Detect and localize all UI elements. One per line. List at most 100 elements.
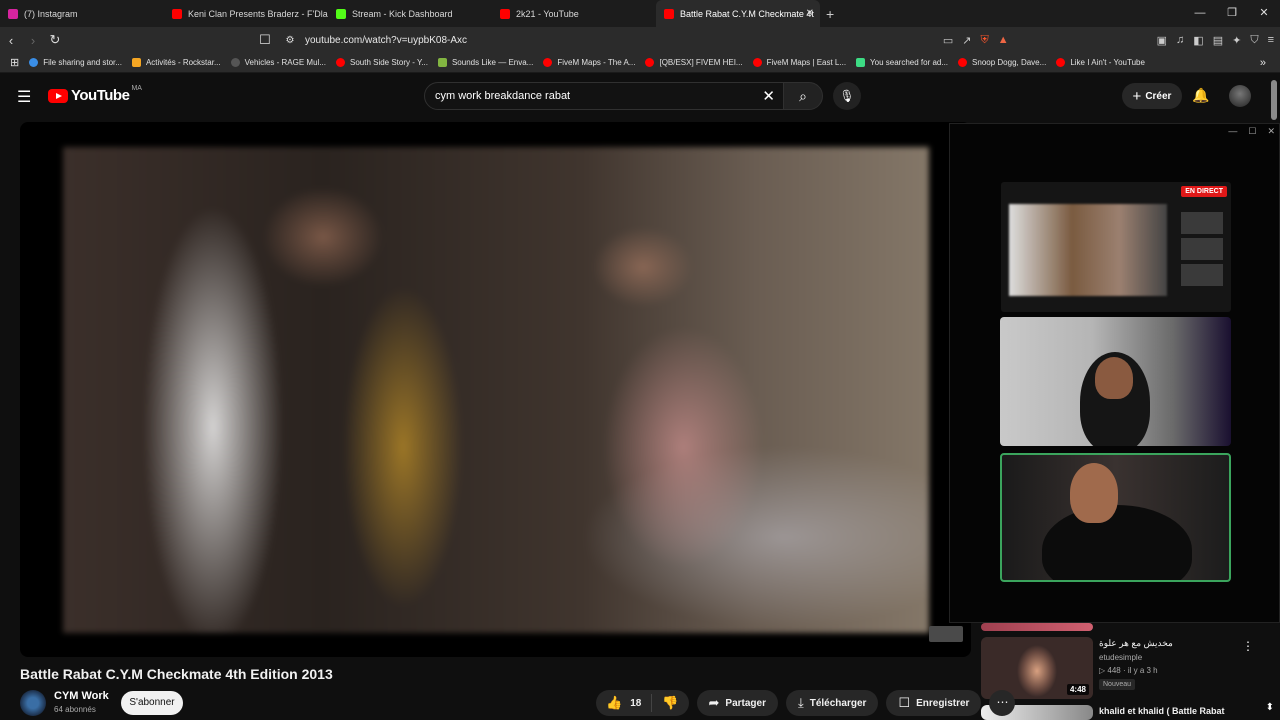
bookmark-item[interactable]: Like I Ain't - YouTube <box>1056 58 1145 67</box>
minimize-icon[interactable]: — <box>1228 126 1237 137</box>
list-item[interactable] <box>981 623 1280 631</box>
create-button[interactable]: + Créer <box>1122 83 1182 109</box>
video-frame[interactable] <box>63 147 929 633</box>
close-icon[interactable]: ✕ <box>1267 126 1275 137</box>
tab-keni-clan[interactable]: Keni Clan Presents Braderz - F'Dlam <box>164 0 328 27</box>
microphone-icon: 🎙 <box>839 89 855 103</box>
minimize-icon[interactable]: — <box>1184 0 1216 27</box>
bookmark-item[interactable]: Activités - Rockstar... <box>131 58 221 67</box>
tab-label: Stream - Kick Dashboard <box>352 8 453 19</box>
stream-preview-window[interactable]: — ☐ ✕ EN DIRECT <box>949 123 1280 623</box>
video-title: Battle Rabat C.Y.M Checkmate 4th Edition… <box>20 666 333 682</box>
rewards-icon[interactable]: ▲ <box>998 34 1009 47</box>
search-query: cym work breakdance rabat <box>435 90 571 102</box>
vpn-icon[interactable]: ⛉ <box>1250 34 1258 47</box>
bookmark-item[interactable]: File sharing and stor... <box>29 58 122 67</box>
webcam-feed-1 <box>1000 317 1231 446</box>
close-tab-icon[interactable]: ✕ <box>806 8 814 19</box>
search-button[interactable]: ⌕ <box>783 82 823 110</box>
like-button[interactable]: 👍 18 <box>596 694 653 712</box>
bookmark-label: Sounds Like — Enva... <box>451 58 534 67</box>
dislike-button[interactable]: 👎 <box>652 695 688 711</box>
apps-icon[interactable]: ⊞ <box>10 56 19 69</box>
like-count: 18 <box>630 697 642 709</box>
cast-icon[interactable]: ▭ <box>943 34 953 47</box>
bookmark-item[interactable]: Sounds Like — Enva... <box>437 58 534 67</box>
bookmark-favicon <box>543 58 553 67</box>
channel-name[interactable]: CYM Work <box>54 690 109 702</box>
bookmark-item[interactable]: You searched for ad... <box>856 58 948 67</box>
address-bar: ‹ › ↻ ☐ ⚙ youtube.com/watch?v=uypbK08-Ax… <box>0 27 1280 53</box>
voice-search-button[interactable]: 🎙 <box>833 82 861 110</box>
youtube-header: ☰ YouTube MA cym work breakdance rabat ✕… <box>0 73 1280 119</box>
window-controls: — ❐ ✕ <box>1184 0 1280 27</box>
subscribe-button[interactable]: S'abonner <box>121 691 183 715</box>
ai-icon[interactable]: ✦ <box>1232 34 1241 47</box>
youtube-play-icon <box>48 88 68 103</box>
download-button[interactable]: ⤓ Télécharger <box>785 690 879 716</box>
plus-icon: + <box>1132 87 1142 105</box>
bookmark-favicon <box>437 58 447 67</box>
more-bookmarks-icon[interactable]: » <box>1260 57 1266 69</box>
close-window-icon[interactable]: ✕ <box>1248 0 1280 27</box>
music-icon[interactable]: ♫ <box>1176 34 1184 47</box>
bookmark-item[interactable]: Snoop Dogg, Dave... <box>958 58 1046 67</box>
tab-battle-rabat[interactable]: Battle Rabat C.Y.M Checkmate 4t ✕ <box>656 0 820 27</box>
download-icon: ⤓ <box>797 695 804 710</box>
video-title[interactable]: مخديش مع هر علوة <box>1099 638 1173 649</box>
avatar[interactable] <box>1229 85 1251 107</box>
bookmark-item[interactable]: South Side Story - Y... <box>335 58 428 67</box>
tab-2k21[interactable]: 2k21 - YouTube <box>492 0 656 27</box>
share-button[interactable]: ➦ Partager <box>696 690 778 716</box>
streamer-face <box>1095 357 1133 399</box>
bookmark-item[interactable]: Vehicles - RAGE Mul... <box>230 58 326 67</box>
clear-search-icon[interactable]: ✕ <box>762 87 775 105</box>
video-thumbnail[interactable] <box>981 623 1093 631</box>
more-actions-button[interactable]: ⋯ <box>989 690 1016 716</box>
reader-icon[interactable]: ▣ <box>1157 34 1167 47</box>
tab-kick-dashboard[interactable]: Stream - Kick Dashboard <box>328 0 492 27</box>
reload-icon[interactable]: ↻ <box>44 32 66 48</box>
menu-icon[interactable]: ≡ <box>1268 34 1274 47</box>
browser-tab-bar: (7) Instagram Keni Clan Presents Braderz… <box>0 0 1280 27</box>
forward-icon[interactable]: › <box>22 33 44 48</box>
video-title[interactable]: khalid et khalid ( Battle Rabat <box>1099 706 1225 716</box>
bookmark-label: [QB/ESX] FIVEM HEI... <box>659 58 743 67</box>
hamburger-menu-icon[interactable]: ☰ <box>17 87 31 107</box>
bookmark-item[interactable]: FiveM Maps | East L... <box>752 58 846 67</box>
wallet-icon[interactable]: ▤ <box>1213 34 1223 47</box>
back-icon[interactable]: ‹ <box>0 33 22 48</box>
bookmark-item[interactable]: FiveM Maps - The A... <box>543 58 635 67</box>
share-icon[interactable]: ↗ <box>962 34 971 47</box>
sidebar-icon[interactable]: ◧ <box>1193 34 1203 47</box>
new-badge: Nouveau <box>1099 679 1136 690</box>
list-item[interactable]: khalid et khalid ( Battle Rabat ⬍ <box>981 702 1280 720</box>
page-scrollbar[interactable] <box>1271 80 1277 120</box>
video-player[interactable] <box>20 122 971 657</box>
bookmark-label: Like I Ain't - YouTube <box>1070 58 1145 67</box>
overlay-window-controls: — ☐ ✕ <box>1228 126 1275 137</box>
bookmark-favicon <box>856 58 866 67</box>
kick-icon <box>336 8 346 19</box>
site-info-icon[interactable]: ⚙ <box>279 35 301 46</box>
list-item[interactable]: 4:48 مخديش مع هر علوة etudesimple ▷ 448 … <box>981 637 1280 699</box>
search-input[interactable]: cym work breakdance rabat ✕ <box>424 82 784 110</box>
channel-name[interactable]: etudesimple <box>1099 653 1142 662</box>
youtube-logo[interactable]: YouTube MA <box>48 85 142 104</box>
save-button[interactable]: ☐ Enregistrer <box>886 690 982 716</box>
channel-avatar[interactable] <box>20 690 46 716</box>
bookmark-item[interactable]: [QB/ESX] FIVEM HEI... <box>645 58 743 67</box>
logo-text: YouTube <box>71 87 130 104</box>
notifications-bell-icon[interactable]: 🔔 <box>1192 87 1209 104</box>
new-tab-button[interactable]: + <box>826 6 834 22</box>
restore-icon[interactable]: ❐ <box>1216 0 1248 27</box>
url-field[interactable]: youtube.com/watch?v=uypbK08-Axc <box>305 35 467 46</box>
maximize-icon[interactable]: ☐ <box>1248 126 1256 137</box>
tab-instagram[interactable]: (7) Instagram <box>0 0 164 27</box>
more-options-icon[interactable]: ⋮ <box>1242 639 1254 653</box>
instagram-icon <box>8 8 18 19</box>
bookmark-label: Activités - Rockstar... <box>145 58 221 67</box>
screen-capture-preview: EN DIRECT <box>1001 182 1231 312</box>
bookmark-icon[interactable]: ☐ <box>254 32 276 48</box>
brave-shield-icon[interactable]: ⛨ <box>981 34 989 47</box>
